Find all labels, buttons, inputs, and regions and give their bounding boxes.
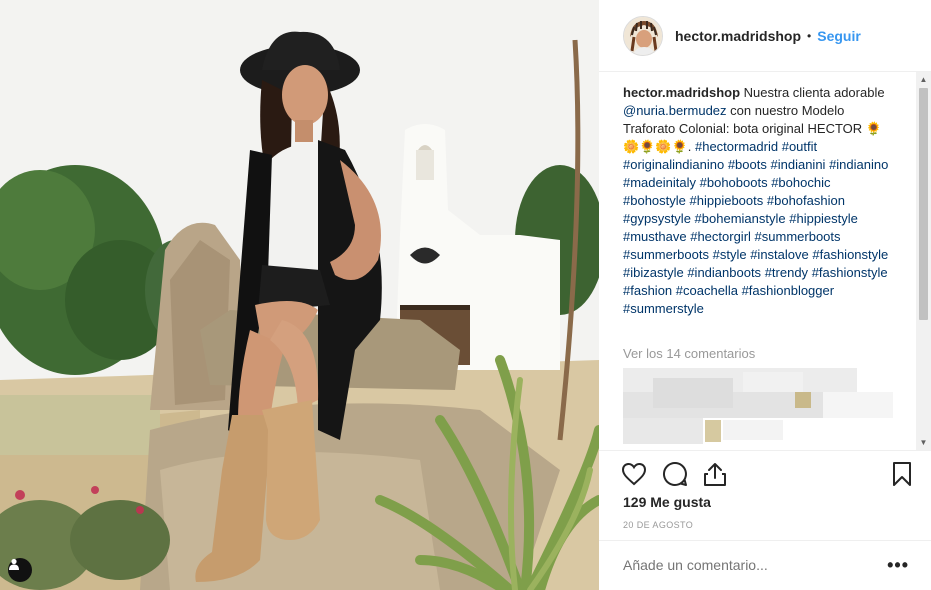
caption-username[interactable]: hector.madridshop — [623, 85, 740, 100]
share-icon[interactable] — [702, 461, 728, 487]
hashtag-link[interactable]: #madeinitaly — [623, 175, 696, 190]
hashtag-link[interactable]: #indianini — [771, 157, 826, 172]
more-options-icon[interactable]: ••• — [887, 555, 909, 576]
hashtag-link[interactable]: #indianino — [829, 157, 888, 172]
scroll-up-arrow-icon[interactable]: ▲ — [916, 72, 931, 87]
photo-scene — [0, 0, 599, 590]
hashtag-link[interactable]: #bohemianstyle — [695, 211, 786, 226]
separator-dot: • — [807, 28, 812, 43]
hashtag-link[interactable]: #summerboots — [623, 247, 709, 262]
hashtag-link[interactable]: #fashionblogger — [742, 283, 835, 298]
scroll-down-arrow-icon[interactable]: ▼ — [916, 435, 931, 450]
hashtag-link[interactable]: #fashion — [623, 283, 672, 298]
caption-mention[interactable]: @nuria.bermudez — [623, 103, 727, 118]
blurred-comment — [623, 368, 893, 446]
hashtag-link[interactable]: #style — [713, 247, 747, 262]
hashtag-link[interactable]: #fashionstyle — [812, 265, 888, 280]
hashtag-link[interactable]: #bohostyle — [623, 193, 686, 208]
hashtag-link[interactable]: #gypsystyle — [623, 211, 691, 226]
post-header: hector.madridshop • Seguir — [599, 0, 931, 72]
user-tag-icon[interactable] — [8, 558, 32, 582]
hashtag-link[interactable]: #musthave — [623, 229, 687, 244]
hashtag-link[interactable]: #ibizastyle — [623, 265, 684, 280]
likes-count[interactable]: 129 Me gusta — [623, 494, 711, 510]
post-actions — [599, 450, 931, 496]
hashtag-link[interactable]: #boots — [728, 157, 767, 172]
hashtag-link[interactable]: #bohofashion — [767, 193, 845, 208]
hashtag-link[interactable]: #fashionstyle — [812, 247, 888, 262]
caption-text-1: Nuestra clienta adorable — [743, 85, 885, 100]
scrollbar-thumb[interactable] — [919, 88, 928, 320]
hashtag-link[interactable]: #outfit — [782, 139, 817, 154]
caption-hashtags: #hectormadrid #outfit #originalindianino… — [623, 139, 888, 316]
post-caption: hector.madridshop Nuestra clienta adorab… — [623, 84, 893, 318]
post-panel: hector.madridshop • Seguir hector.madrid… — [599, 0, 931, 590]
hashtag-link[interactable]: #hippiestyle — [789, 211, 858, 226]
avatar[interactable] — [623, 15, 663, 56]
heart-icon[interactable] — [621, 461, 647, 487]
bookmark-icon[interactable] — [889, 461, 915, 487]
post-date[interactable]: 20 DE AGOSTO — [623, 520, 693, 530]
hashtag-link[interactable]: #bohochic — [771, 175, 830, 190]
add-comment-bar: ••• — [599, 540, 931, 590]
comments-scroll-area[interactable]: hector.madridshop Nuestra clienta adorab… — [599, 72, 931, 450]
hashtag-link[interactable]: #instalove — [750, 247, 809, 262]
hashtag-link[interactable]: #hectormadrid — [695, 139, 778, 154]
comments-scrollbar[interactable]: ▲ ▼ — [916, 72, 931, 450]
hashtag-link[interactable]: #summerboots — [755, 229, 841, 244]
view-comments-link[interactable]: Ver los 14 comentarios — [623, 346, 755, 361]
hashtag-link[interactable]: #trendy — [765, 265, 808, 280]
comment-input[interactable] — [623, 557, 873, 573]
post-username[interactable]: hector.madridshop — [675, 28, 801, 44]
hashtag-link[interactable]: #originalindianino — [623, 157, 724, 172]
hashtag-link[interactable]: #bohoboots — [700, 175, 768, 190]
hashtag-link[interactable]: #summerstyle — [623, 301, 704, 316]
hashtag-link[interactable]: #coachella — [676, 283, 738, 298]
hashtag-link[interactable]: #indianboots — [687, 265, 761, 280]
follow-button[interactable]: Seguir — [817, 28, 861, 44]
post-photo[interactable] — [0, 0, 599, 590]
hashtag-link[interactable]: #hippieboots — [690, 193, 764, 208]
hashtag-link[interactable]: #hectorgirl — [690, 229, 751, 244]
comment-bubble-icon[interactable] — [662, 461, 688, 487]
